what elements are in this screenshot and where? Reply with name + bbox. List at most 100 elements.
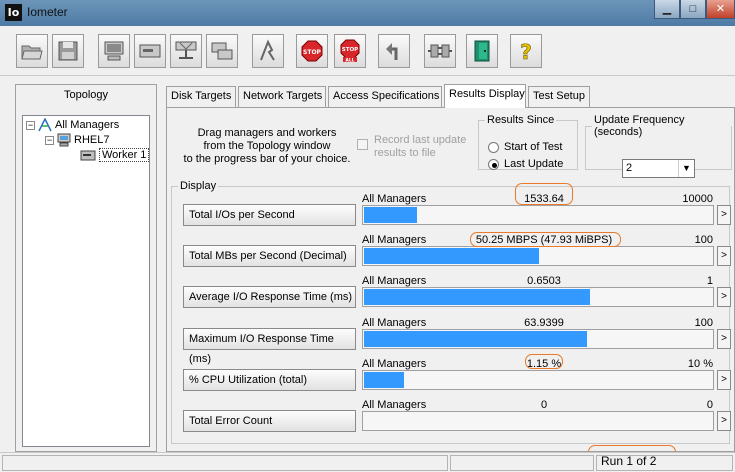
row-metric-button[interactable]: Total I/Os per Second: [183, 204, 356, 226]
stop-all-icon: STOP ALL: [340, 39, 360, 64]
tree-item-all-managers[interactable]: − All Managers: [26, 118, 119, 133]
new-network-worker-button[interactable]: [170, 34, 202, 68]
save-config-button[interactable]: [52, 34, 84, 68]
close-button[interactable]: ✕: [706, 0, 735, 19]
stop-all-button[interactable]: STOP ALL: [334, 34, 366, 68]
svg-text:?: ?: [520, 40, 532, 63]
row-progress-bar[interactable]: [362, 205, 714, 225]
svg-text:ALL: ALL: [345, 58, 354, 64]
toolbar: STOP STOP ALL ?: [0, 26, 735, 76]
row-expand-button[interactable]: >: [717, 411, 731, 431]
stop-test-button[interactable]: STOP: [296, 34, 328, 68]
radio-start-of-test[interactable]: Start of Test: [488, 140, 563, 154]
row-progress-bar[interactable]: [362, 287, 714, 307]
row-progress-fill: [364, 207, 417, 223]
record-results-label: Record last update results to file: [374, 134, 467, 159]
network-worker-icon: [175, 41, 197, 59]
plug-icon: [428, 44, 452, 58]
maximize-button[interactable]: □: [680, 0, 706, 19]
tree-item-worker-1[interactable]: Worker 1: [80, 148, 150, 163]
topology-tree[interactable]: − All Managers − RHEL7 Worker 1: [22, 115, 150, 447]
row-metric-button[interactable]: Maximum I/O Response Time (ms): [183, 328, 356, 365]
radio-last-update[interactable]: Last Update: [488, 157, 563, 171]
row-expand-button[interactable]: >: [717, 329, 731, 349]
checkbox-box[interactable]: [357, 139, 368, 150]
radio-label: Last Update: [504, 158, 564, 170]
stop-sign-icon: STOP: [301, 40, 323, 62]
row-progress-bar[interactable]: [362, 329, 714, 349]
row-expand-button[interactable]: >: [717, 370, 731, 390]
radio-button[interactable]: [488, 141, 499, 153]
reset-workers-button[interactable]: [378, 34, 410, 68]
tab-access-specifications[interactable]: Access Specifications: [328, 86, 442, 107]
minimize-button[interactable]: ▁: [654, 0, 680, 19]
highlight-oval-mbps: [470, 232, 621, 247]
tab-network-targets[interactable]: Network Targets: [238, 86, 326, 107]
disk-worker-icon: [80, 150, 96, 161]
status-pane-main: [2, 455, 448, 471]
row-metric-button[interactable]: Total Error Count: [183, 410, 356, 432]
collapse-icon[interactable]: −: [26, 120, 35, 130]
highlight-oval-iops: [515, 183, 573, 205]
row-progress-bar[interactable]: [362, 370, 714, 390]
manager-computer-icon: [57, 133, 71, 147]
computer-icon: [104, 41, 124, 61]
exit-door-icon: [474, 40, 490, 62]
minimize-icon: ▁: [662, 3, 672, 15]
highlight-oval-cpu: [525, 354, 563, 369]
results-since-group: Results Since Start of Test Last Update: [478, 114, 578, 170]
update-frequency-legend: Update Frequency (seconds): [594, 114, 685, 138]
disconnect-button[interactable]: [424, 34, 456, 68]
duplicate-icon: [211, 42, 233, 60]
new-disk-worker-button[interactable]: [134, 34, 166, 68]
help-button[interactable]: ?: [510, 34, 542, 68]
run-status-text: Run 1 of 2: [601, 454, 657, 468]
row-expand-button[interactable]: >: [717, 246, 731, 266]
update-frequency-select[interactable]: 2 ▼: [622, 159, 695, 178]
start-tests-button[interactable]: [252, 34, 284, 68]
row-progress-bar[interactable]: [362, 246, 714, 266]
drag-instructions: Drag managers and workers from the Topol…: [183, 127, 351, 165]
tree-item-rhel7[interactable]: − RHEL7: [45, 133, 109, 148]
tab-disk-targets[interactable]: Disk Targets: [166, 86, 236, 107]
svg-text:STOP: STOP: [342, 47, 358, 53]
row-metric-button[interactable]: Average I/O Response Time (ms): [183, 286, 356, 308]
row-progress-bar[interactable]: [362, 411, 714, 431]
update-frequency-value: 2: [626, 162, 633, 174]
row-progress-fill: [364, 331, 587, 347]
question-mark-icon: ?: [520, 40, 532, 63]
exit-button[interactable]: [466, 34, 498, 68]
tree-item-label: All Managers: [55, 119, 120, 131]
update-frequency-group: Update Frequency (seconds) 2 ▼: [585, 114, 732, 178]
radio-label: Start of Test: [504, 141, 563, 153]
save-disk-icon: [58, 41, 78, 61]
tree-item-label: Worker 1: [99, 148, 150, 162]
new-manager-button[interactable]: [98, 34, 130, 68]
display-legend: Display: [180, 180, 217, 192]
topology-panel: Topology − All Managers − RHEL7 Worker 1: [15, 84, 157, 452]
results-since-legend: Results Since: [487, 114, 555, 126]
row-progress-fill: [364, 372, 404, 388]
all-managers-icon: [38, 118, 52, 132]
duplicate-worker-button[interactable]: [206, 34, 238, 68]
topology-title: Topology: [63, 89, 109, 101]
title-bar: Io Iometer ▁ □ ✕: [0, 0, 735, 26]
row-expand-button[interactable]: >: [717, 287, 731, 307]
row-metric-button[interactable]: Total MBs per Second (Decimal): [183, 245, 356, 267]
maximize-icon: □: [689, 3, 697, 15]
row-expand-button[interactable]: >: [717, 205, 731, 225]
svg-text:STOP: STOP: [303, 49, 322, 56]
open-config-button[interactable]: [16, 34, 48, 68]
tab-results-display[interactable]: Results Display: [444, 84, 526, 108]
open-folder-icon: [21, 45, 43, 60]
iometer-app-icon[interactable]: Io: [5, 4, 22, 21]
undo-arrow-icon: [386, 43, 398, 60]
collapse-icon[interactable]: −: [45, 135, 54, 145]
radio-button-selected[interactable]: [488, 158, 499, 170]
window-title: Iometer: [27, 5, 68, 19]
tree-item-label: RHEL7: [74, 134, 110, 146]
row-metric-button[interactable]: % CPU Utilization (total): [183, 369, 356, 391]
close-icon: ✕: [715, 3, 726, 15]
dropdown-arrow-icon[interactable]: ▼: [678, 160, 694, 177]
tab-test-setup[interactable]: Test Setup: [528, 86, 590, 107]
